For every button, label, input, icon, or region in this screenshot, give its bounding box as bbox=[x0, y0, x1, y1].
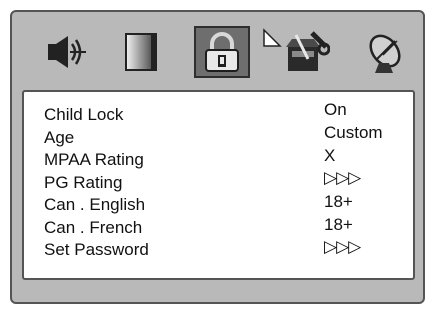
mpaa-rating-value[interactable]: X bbox=[324, 144, 414, 167]
tab-satellite[interactable] bbox=[358, 26, 414, 78]
can-english-value[interactable]: 18+ bbox=[324, 190, 414, 213]
setting-values: On Custom X ▷▷▷ 18+ 18+ ▷▷▷ bbox=[324, 98, 414, 259]
age-label[interactable]: Age bbox=[44, 127, 234, 150]
child-lock-value[interactable]: On bbox=[324, 98, 414, 121]
can-english-label[interactable]: Can . English bbox=[44, 194, 234, 217]
tools-icon bbox=[286, 31, 330, 71]
can-french-label[interactable]: Can . French bbox=[44, 217, 234, 240]
speaker-icon bbox=[48, 36, 86, 68]
age-value[interactable]: Custom bbox=[324, 121, 414, 144]
tv-screen-icon bbox=[125, 33, 157, 71]
menu-icon-bar bbox=[22, 26, 415, 82]
set-password-label[interactable]: Set Password bbox=[44, 239, 234, 262]
setup-menu-window: Child Lock Age MPAA Rating PG Rating Can… bbox=[10, 10, 425, 304]
pg-rating-submenu-arrows[interactable]: ▷▷▷ bbox=[324, 167, 414, 190]
satellite-dish-icon bbox=[369, 34, 401, 73]
tab-preferences[interactable] bbox=[278, 26, 334, 78]
tab-parental-lock[interactable] bbox=[194, 26, 250, 78]
mpaa-rating-label[interactable]: MPAA Rating bbox=[44, 149, 234, 172]
child-lock-label[interactable]: Child Lock bbox=[44, 104, 234, 127]
tab-audio[interactable] bbox=[36, 26, 92, 78]
parental-settings-panel: Child Lock Age MPAA Rating PG Rating Can… bbox=[22, 90, 415, 280]
set-password-submenu-arrows[interactable]: ▷▷▷ bbox=[324, 236, 414, 259]
pg-rating-label[interactable]: PG Rating bbox=[44, 172, 234, 195]
can-french-value[interactable]: 18+ bbox=[324, 213, 414, 236]
setting-labels: Child Lock Age MPAA Rating PG Rating Can… bbox=[44, 104, 234, 262]
tab-video[interactable] bbox=[114, 26, 170, 78]
padlock-icon bbox=[205, 32, 239, 72]
